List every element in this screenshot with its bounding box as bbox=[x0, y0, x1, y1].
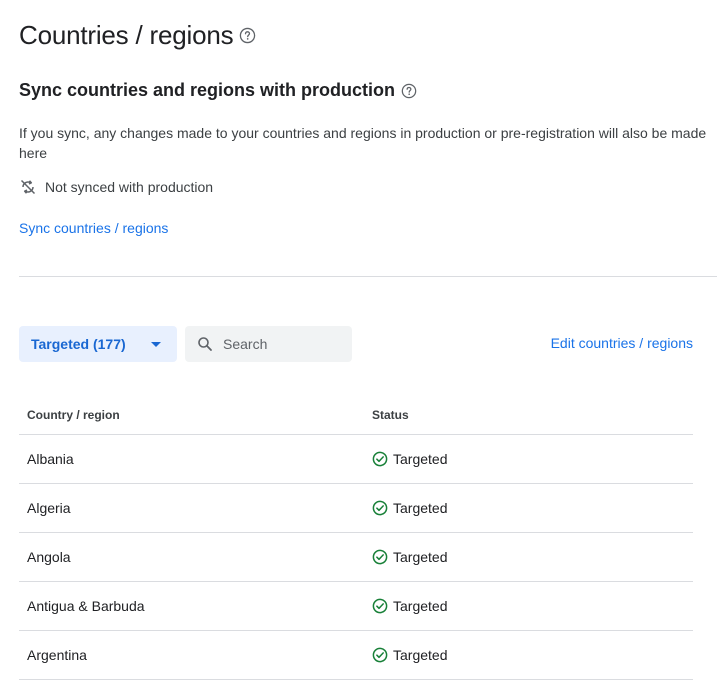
check-circle-icon bbox=[372, 598, 388, 614]
status-label: Targeted bbox=[393, 647, 448, 663]
country-cell: Angola bbox=[19, 532, 364, 582]
country-cell: Algeria bbox=[19, 483, 364, 533]
check-circle-icon bbox=[372, 500, 388, 516]
page-title: Countries / regions bbox=[19, 20, 234, 50]
edit-countries-link[interactable]: Edit countries / regions bbox=[551, 335, 693, 351]
sync-disabled-icon bbox=[19, 178, 37, 196]
status-cell: Targeted bbox=[364, 532, 693, 582]
country-cell: Albania bbox=[19, 434, 364, 484]
help-circle-icon[interactable] bbox=[401, 83, 417, 99]
column-header-status[interactable]: Status bbox=[364, 396, 693, 435]
status-cell: Targeted bbox=[364, 630, 693, 680]
countries-table: Country / region Status Albania Targeted… bbox=[19, 396, 693, 680]
country-cell: Antigua & Barbuda bbox=[19, 581, 364, 631]
check-circle-icon bbox=[372, 549, 388, 565]
caret-down-icon bbox=[151, 341, 161, 347]
column-header-country[interactable]: Country / region bbox=[19, 396, 364, 435]
sync-status: Not synced with production bbox=[19, 178, 213, 196]
table-header-row: Country / region Status bbox=[19, 396, 693, 435]
status-label: Targeted bbox=[393, 451, 448, 467]
sync-description: If you sync, any changes made to your co… bbox=[19, 125, 707, 161]
status-label: Targeted bbox=[393, 598, 448, 614]
status-cell: Targeted bbox=[364, 434, 693, 484]
search-box[interactable] bbox=[185, 326, 352, 362]
table-row[interactable]: Antigua & Barbuda Targeted bbox=[19, 581, 693, 631]
table-row[interactable]: Angola Targeted bbox=[19, 532, 693, 582]
table-row[interactable]: Argentina Targeted bbox=[19, 630, 693, 680]
status-cell: Targeted bbox=[364, 483, 693, 533]
status-cell: Targeted bbox=[364, 581, 693, 631]
section-divider bbox=[19, 276, 717, 277]
filter-label: Targeted (177) bbox=[31, 336, 126, 352]
help-circle-icon[interactable] bbox=[239, 27, 256, 44]
sync-countries-link[interactable]: Sync countries / regions bbox=[19, 220, 168, 236]
page-header: Countries / regions bbox=[19, 20, 256, 51]
country-cell: Argentina bbox=[19, 630, 364, 680]
search-icon bbox=[197, 336, 213, 352]
check-circle-icon bbox=[372, 647, 388, 663]
sync-section-title: Sync countries and regions with producti… bbox=[19, 80, 396, 100]
sync-status-label: Not synced with production bbox=[45, 179, 214, 195]
table-row[interactable]: Algeria Targeted bbox=[19, 483, 693, 533]
search-input[interactable] bbox=[223, 336, 333, 352]
status-label: Targeted bbox=[393, 549, 448, 565]
check-circle-icon bbox=[372, 451, 388, 467]
sync-section-header: Sync countries and regions with producti… bbox=[19, 80, 417, 101]
status-label: Targeted bbox=[393, 500, 448, 516]
targeted-filter-dropdown[interactable]: Targeted (177) bbox=[19, 326, 177, 362]
table-row[interactable]: Albania Targeted bbox=[19, 434, 693, 484]
